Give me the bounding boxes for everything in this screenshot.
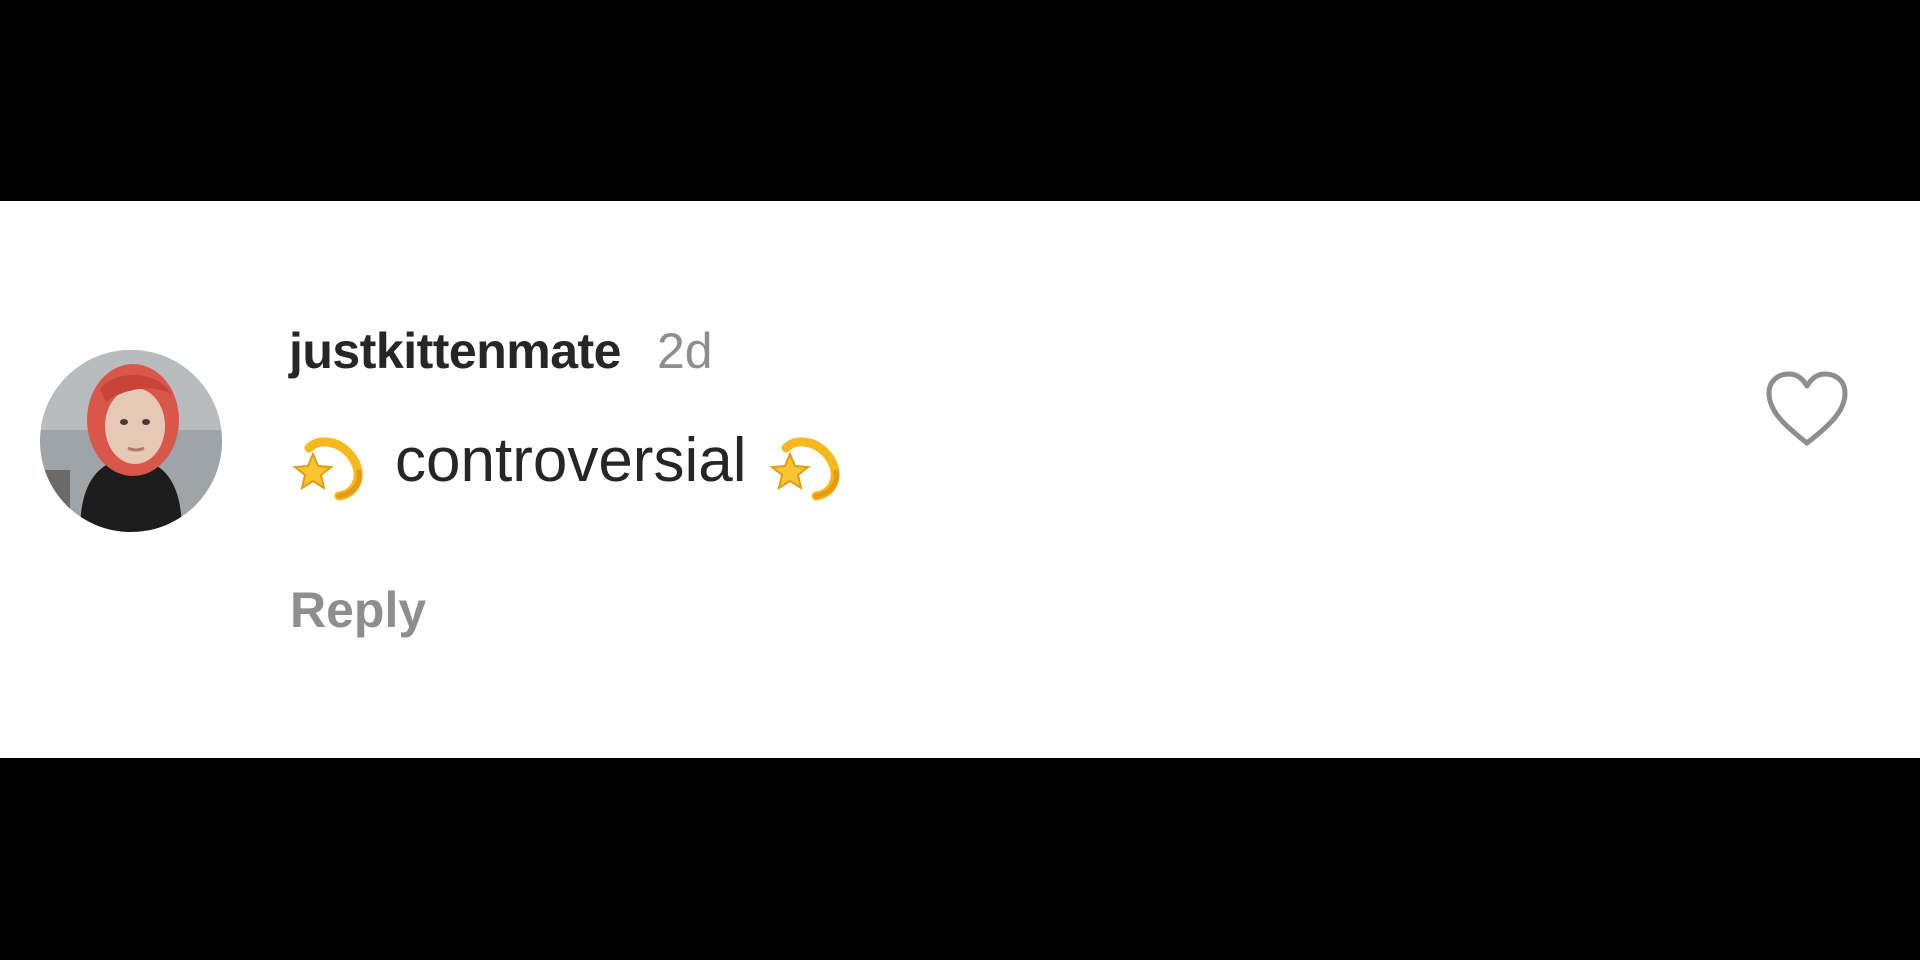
like-button[interactable]: [1764, 369, 1850, 449]
heart-outline-icon: [1766, 371, 1848, 446]
avatar[interactable]: [40, 350, 222, 532]
comment-header: justkittenmate 2d: [289, 321, 713, 381]
screenshot-frame: justkittenmate 2d controversial Reply: [0, 0, 1920, 960]
dizzy-emoji-icon: [769, 437, 841, 501]
timestamp: 2d: [656, 323, 713, 379]
comment-body: controversial: [289, 415, 850, 505]
dizzy-emoji-icon: [292, 437, 363, 501]
username[interactable]: justkittenmate: [289, 322, 621, 380]
avatar-image: [40, 350, 222, 532]
comment-text: controversial: [395, 425, 747, 495]
comment-item: justkittenmate 2d controversial Reply: [0, 201, 1920, 758]
reply-button[interactable]: Reply: [290, 581, 426, 639]
